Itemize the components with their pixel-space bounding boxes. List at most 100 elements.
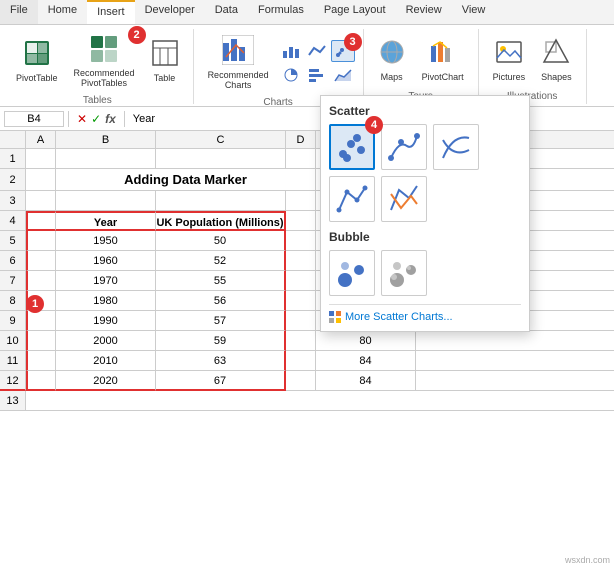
scatter-option-smooth[interactable] xyxy=(433,124,479,170)
ribbon-group-illustrations: Pictures Shapes Illustrations xyxy=(479,29,587,104)
line-chart-button[interactable] xyxy=(305,40,329,62)
cell-d9[interactable] xyxy=(286,311,316,331)
cell-e12[interactable]: 84 xyxy=(316,371,416,391)
scatter-straight-icon xyxy=(387,182,421,216)
pie-chart-button[interactable] xyxy=(279,64,303,86)
cell-a6[interactable] xyxy=(26,251,56,271)
cell-a1[interactable] xyxy=(26,149,56,169)
cell-d7[interactable] xyxy=(286,271,316,291)
cell-b12[interactable]: 2020 xyxy=(56,371,156,391)
row-num-1: 1 xyxy=(0,149,26,169)
scatter-chart-button[interactable]: 3 xyxy=(331,40,355,62)
column-chart-button[interactable] xyxy=(279,40,303,62)
cell-b6[interactable]: 1960 xyxy=(56,251,156,271)
row-num-5: 5 xyxy=(0,231,26,251)
area-chart-button[interactable] xyxy=(331,64,355,86)
tab-insert[interactable]: Insert xyxy=(87,0,135,24)
row-12: 12 2020 67 84 xyxy=(0,371,614,391)
table-button[interactable]: Table xyxy=(145,35,185,88)
pictures-icon xyxy=(495,38,523,70)
bubble-options-row xyxy=(329,250,521,296)
tab-view[interactable]: View xyxy=(452,0,496,24)
pivot-table-button[interactable]: PivotTable xyxy=(10,35,64,88)
cell-c1[interactable] xyxy=(156,149,286,169)
cell-c6[interactable]: 52 xyxy=(156,251,286,271)
bubble-option-flat[interactable] xyxy=(329,250,375,296)
formula-icons: ✕ ✓ fx xyxy=(77,112,116,126)
cell-e10[interactable]: 80 xyxy=(316,331,416,351)
cell-title[interactable]: Adding Data Marker xyxy=(56,169,316,191)
cell-d8[interactable] xyxy=(286,291,316,311)
recommended-pivottables-button[interactable]: RecommendedPivotTables 2 xyxy=(68,31,141,93)
cell-b10[interactable]: 2000 xyxy=(56,331,156,351)
cell-b7[interactable]: 1970 xyxy=(56,271,156,291)
bubble-section-label: Bubble xyxy=(329,230,521,244)
tab-formulas[interactable]: Formulas xyxy=(248,0,314,24)
cell-c7[interactable]: 55 xyxy=(156,271,286,291)
cell-c4-ukpop[interactable]: UK Population (Millions) xyxy=(156,211,286,231)
scatter-option-filled[interactable]: 4 xyxy=(329,124,375,170)
cell-d3[interactable] xyxy=(286,191,316,211)
cell-a2[interactable] xyxy=(26,169,56,191)
row-13-rest[interactable] xyxy=(26,391,614,411)
more-scatter-charts-link[interactable]: More Scatter Charts... xyxy=(329,311,521,323)
cell-b3[interactable] xyxy=(56,191,156,211)
pictures-button[interactable]: Pictures xyxy=(487,34,532,87)
cell-c5[interactable]: 50 xyxy=(156,231,286,251)
tab-review[interactable]: Review xyxy=(396,0,452,24)
cell-d6[interactable] xyxy=(286,251,316,271)
cancel-formula-icon[interactable]: ✕ xyxy=(77,112,87,126)
cell-d10[interactable] xyxy=(286,331,316,351)
tab-file[interactable]: File xyxy=(0,0,38,24)
cell-b8[interactable]: 1980 xyxy=(56,291,156,311)
name-box[interactable] xyxy=(4,111,64,127)
bubble-option-3d[interactable] xyxy=(381,250,427,296)
cell-c11[interactable]: 63 xyxy=(156,351,286,371)
insert-function-icon[interactable]: fx xyxy=(105,112,116,126)
recommended-charts-label: RecommendedCharts xyxy=(208,71,269,91)
cell-a7[interactable] xyxy=(26,271,56,291)
tab-pagelayout[interactable]: Page Layout xyxy=(314,0,396,24)
cell-a3[interactable] xyxy=(26,191,56,211)
shapes-button[interactable]: Shapes xyxy=(535,34,578,87)
cell-a5[interactable] xyxy=(26,231,56,251)
row-num-12: 12 xyxy=(0,371,26,391)
tab-home[interactable]: Home xyxy=(38,0,87,24)
recommended-charts-button[interactable]: RecommendedCharts xyxy=(202,31,275,95)
cell-d11[interactable] xyxy=(286,351,316,371)
pictures-label: Pictures xyxy=(493,72,526,83)
scatter-option-smooth-markers[interactable] xyxy=(381,124,427,170)
cell-a10[interactable] xyxy=(26,331,56,351)
cell-b5[interactable]: 1950 xyxy=(56,231,156,251)
cell-c10[interactable]: 59 xyxy=(156,331,286,351)
cell-c9[interactable]: 57 xyxy=(156,311,286,331)
cell-c8[interactable]: 56 xyxy=(156,291,286,311)
tab-developer[interactable]: Developer xyxy=(135,0,205,24)
cell-b11[interactable]: 2010 xyxy=(56,351,156,371)
formula-divider xyxy=(68,111,69,127)
confirm-formula-icon[interactable]: ✓ xyxy=(91,112,101,126)
cell-d5[interactable] xyxy=(286,231,316,251)
tab-data[interactable]: Data xyxy=(205,0,248,24)
cell-e11[interactable]: 84 xyxy=(316,351,416,371)
cell-d12[interactable] xyxy=(286,371,316,391)
cell-b1[interactable] xyxy=(56,149,156,169)
row-10: 10 2000 59 80 xyxy=(0,331,614,351)
cell-a12[interactable] xyxy=(26,371,56,391)
cell-c12[interactable]: 67 xyxy=(156,371,286,391)
cell-b4-year[interactable]: Year xyxy=(56,211,156,231)
pivotchart-button[interactable]: PivotChart xyxy=(416,34,470,87)
cell-d1[interactable] xyxy=(286,149,316,169)
cell-c3[interactable] xyxy=(156,191,286,211)
bar-chart-button[interactable] xyxy=(305,64,329,86)
maps-button[interactable]: Maps xyxy=(372,34,412,87)
recommended-charts-icon xyxy=(222,35,254,69)
cell-b9[interactable]: 1990 xyxy=(56,311,156,331)
scatter-option-straight-markers[interactable] xyxy=(329,176,375,222)
tables-group-label: Tables xyxy=(83,95,112,106)
cell-a4[interactable] xyxy=(26,211,56,231)
cell-a11[interactable] xyxy=(26,351,56,371)
cell-a9[interactable] xyxy=(26,311,56,331)
scatter-option-straight[interactable] xyxy=(381,176,427,222)
cell-d4[interactable] xyxy=(286,211,316,231)
